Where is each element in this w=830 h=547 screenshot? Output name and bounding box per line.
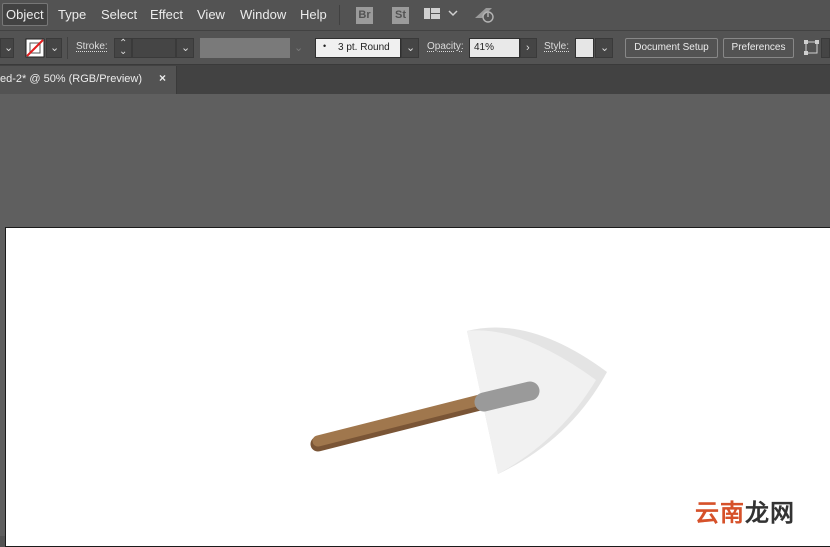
shovel-illustration[interactable] — [0, 0, 830, 536]
watermark-text-dark: 龙网 — [745, 499, 795, 527]
watermark: 云南龙网 — [695, 493, 795, 528]
shovel-handle — [312, 393, 490, 447]
shovel-ferrule — [474, 381, 540, 412]
watermark-text-red: 云南 — [695, 499, 745, 527]
